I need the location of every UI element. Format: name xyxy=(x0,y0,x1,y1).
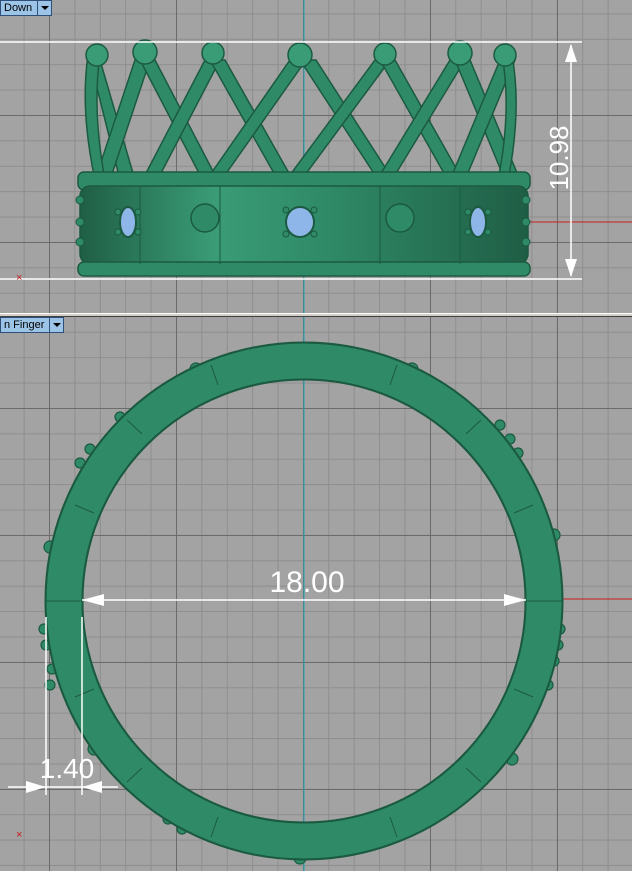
height-dimension-label: 10.98 xyxy=(544,125,574,190)
crown-arches xyxy=(84,54,522,181)
origin-marker: × xyxy=(16,829,22,841)
viewport-menu-icon[interactable] xyxy=(50,317,65,333)
origin-marker: × xyxy=(16,272,22,284)
top-view-canvas: 18.00 1.40 × xyxy=(8,317,632,871)
viewport-title-bottom[interactable]: n Finger xyxy=(0,317,65,333)
viewport-name: Down xyxy=(0,0,39,16)
viewport-title-top[interactable]: Down xyxy=(0,0,53,16)
thickness-dimension-label: 1.40 xyxy=(40,753,95,784)
top-viewport[interactable]: n Finger 18.00 1.40 × xyxy=(0,317,632,871)
viewport-menu-icon[interactable] xyxy=(38,0,53,16)
front-view-canvas: 10.98 × xyxy=(0,0,632,313)
front-viewport[interactable]: Down 10.98 × xyxy=(0,0,632,313)
diameter-dimension-label: 18.00 xyxy=(269,566,344,599)
viewport-name: n Finger xyxy=(0,317,51,333)
